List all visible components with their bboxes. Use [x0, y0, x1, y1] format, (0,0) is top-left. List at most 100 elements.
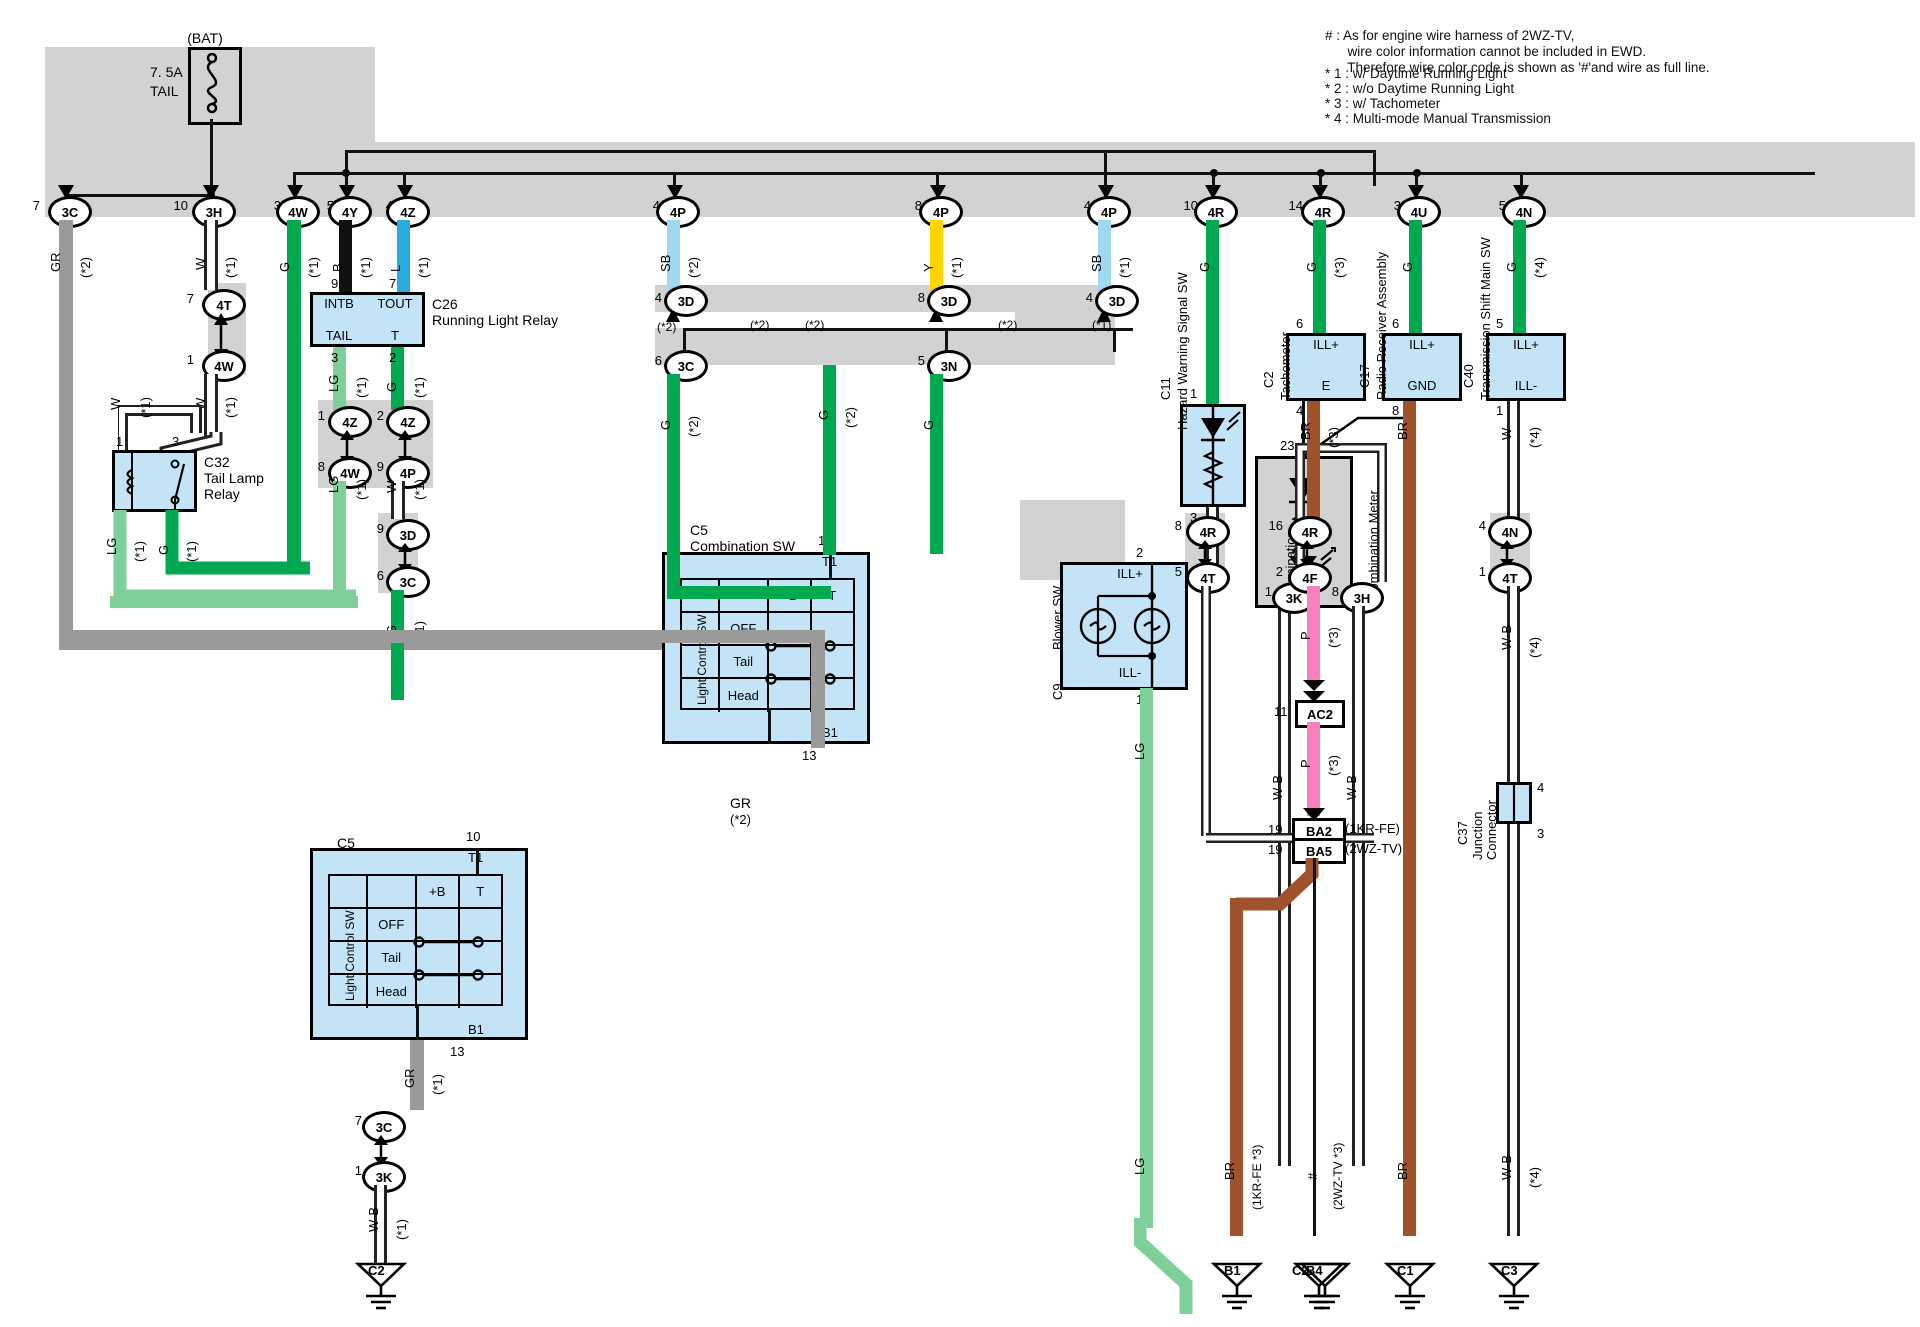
wire-g-hazard: [1206, 220, 1219, 404]
pin-label-c32-3: 3: [172, 434, 180, 449]
fuse-rating: 7. 5A: [150, 64, 183, 80]
wire-lg-horizontal: [110, 596, 358, 608]
wire-br-tach: [1307, 401, 1320, 519]
ground-label-c2-left: C2: [368, 1263, 385, 1278]
wire-br-radio: [1403, 401, 1416, 1236]
bus-drop-right: [1373, 150, 1376, 186]
pin-3d-2: 8: [917, 290, 925, 305]
running-light-relay-code: C26: [432, 296, 458, 312]
note-star-1: * 1 : w/ Daytime Running Light: [1325, 66, 1507, 81]
pin-4t-trans: 1: [1478, 564, 1486, 579]
connector-3d-3[interactable]: 3D: [1095, 285, 1139, 317]
cs-lower-b1: B1: [468, 1022, 484, 1037]
wire-label-hash-sub: (2WZ-TV *3): [1331, 1142, 1345, 1210]
trans-ill-minus: ILL-: [1514, 378, 1538, 393]
blower-pin-top: 2: [1136, 545, 1144, 560]
trans-sw-name: Transmission Shift Main SW: [1478, 237, 1493, 400]
wire-label-gr-star2: (*2): [78, 257, 93, 278]
meter-pin-top: 23: [1280, 438, 1295, 453]
junction-connector-code: C37: [1455, 821, 1470, 845]
wire-br-to-b1: [1230, 898, 1243, 1236]
fuse-element-icon: [206, 52, 218, 114]
cs-lower-pin-t1: 10: [466, 829, 481, 844]
trans-pin-top: 5: [1496, 316, 1504, 331]
wire-w-loop-pin1: [118, 405, 202, 455]
wire-label-hash: #: [1305, 1172, 1320, 1180]
pin-3d-inline: 9: [376, 521, 384, 536]
connector-3d-1[interactable]: 3D: [664, 285, 708, 317]
trans-sw-code: C40: [1461, 364, 1476, 388]
cs-lower-col-b: +B: [416, 876, 460, 909]
wire-label-br-tach-star: (*3): [1326, 427, 1341, 448]
suffix-ba2: (1KR-FE): [1345, 821, 1400, 836]
wire-label-wb-trans2: W-B: [1499, 1154, 1514, 1180]
wire-label-w-4p: W: [384, 480, 399, 493]
hazard-sw-code: C11: [1158, 377, 1173, 400]
wire-label-sb1-star: (*2): [686, 257, 701, 278]
note-star-2: * 2 : w/o Daytime Running Light: [1325, 81, 1515, 96]
trans-ill-plus: ILL+: [1513, 337, 1539, 352]
cs-upper-code: C5: [690, 522, 708, 538]
wire-label-g-3c-star: (*2): [686, 416, 701, 437]
connector-3d-2[interactable]: 3D: [927, 285, 971, 317]
wire-label-wb-trans: W-B: [1499, 624, 1514, 650]
cs-lower-contacts-icon: [413, 936, 484, 981]
wire-label-p-2-star: (*3): [1326, 755, 1341, 776]
wire-l-4z: [397, 220, 410, 292]
wire-label-p-1: P: [1298, 631, 1313, 640]
drop-4p1: [673, 172, 676, 188]
wire-label-gr-cs-lower: GR: [402, 1068, 417, 1089]
wire-label-sb2-star: (*1): [1117, 257, 1132, 278]
wire-w-core-1: [207, 220, 215, 290]
radio-ill-plus: ILL+: [1409, 337, 1435, 352]
pin-3d-1: 4: [654, 290, 662, 305]
wiring-diagram-canvas: # : As for engine wire harness of 2WZ-TV…: [0, 0, 1920, 1327]
cs-upper-lead-t1: [829, 552, 832, 580]
bus-3d-drop2: [945, 328, 948, 352]
wire-label-sb2: SB: [1089, 254, 1104, 272]
wire-label-g-4w-star: (*1): [306, 257, 321, 278]
junction-pin-top: 4: [1537, 780, 1545, 795]
junction-connector-name: Junction: [1470, 811, 1485, 860]
wire-label-w1-star: (*1): [223, 257, 238, 278]
ground-label-b1: B1: [1224, 1263, 1241, 1278]
connector-ac2[interactable]: AC2: [1295, 700, 1345, 728]
wire-lg-after-4w: [333, 481, 346, 601]
relay-terminal-intb: INTB: [324, 296, 354, 311]
wire-label-b-star: (*1): [358, 257, 373, 278]
pin-ba2: 19: [1268, 822, 1283, 837]
tachometer-code: C2: [1261, 371, 1276, 388]
pin-label-intb: 9: [331, 276, 339, 291]
wire-label-lg-blower: LG: [1132, 742, 1147, 760]
wire-label-gr-cs-lower-star: (*1): [430, 1074, 445, 1095]
junction-connector-name2: Connector: [1484, 800, 1499, 860]
pin-3n-mid: 5: [917, 353, 925, 368]
wire-label-lg-tail-star: (*1): [354, 377, 369, 398]
wire-fuse-branch: [65, 194, 212, 197]
wire-4t-hz-path: [1201, 586, 1211, 836]
drop-4r1: [1212, 172, 1215, 188]
fuse-name: TAIL: [150, 83, 179, 99]
wire-label-br-radio2: BR: [1395, 1161, 1410, 1180]
radio-name: Radio Receiver Assembly: [1374, 251, 1389, 400]
pin-3c-inline: 6: [376, 568, 384, 583]
cs-lower-lead-t1: [476, 848, 479, 874]
pin-label-tail: 3: [331, 350, 339, 365]
tach-pin-top: 6: [1296, 316, 1304, 331]
wire-w-trans-core: [1510, 401, 1517, 519]
tach-e: E: [1321, 378, 1331, 393]
wire-gr-vertical: [59, 220, 73, 650]
tachometer-name: Tachometer: [1278, 332, 1293, 400]
wire-wb-trans1-core: [1510, 586, 1517, 782]
wire-label-g-t-star: (*1): [412, 377, 427, 398]
wire-label-w1: W: [193, 257, 208, 270]
pin-label-tout: 7: [389, 276, 397, 291]
drop-4r2: [1319, 172, 1322, 188]
wire-label-lg-2-star: (*1): [354, 479, 369, 500]
wire-label-w2-star: (*1): [223, 397, 238, 418]
wire-label-g-tach-star: (*3): [1332, 257, 1347, 278]
junction-pin-bottom: 3: [1537, 826, 1545, 841]
star2-label-d: (*2): [998, 318, 1018, 332]
junction-connector-icon: [1512, 782, 1516, 824]
wire-label-w-trans: W: [1499, 427, 1514, 440]
